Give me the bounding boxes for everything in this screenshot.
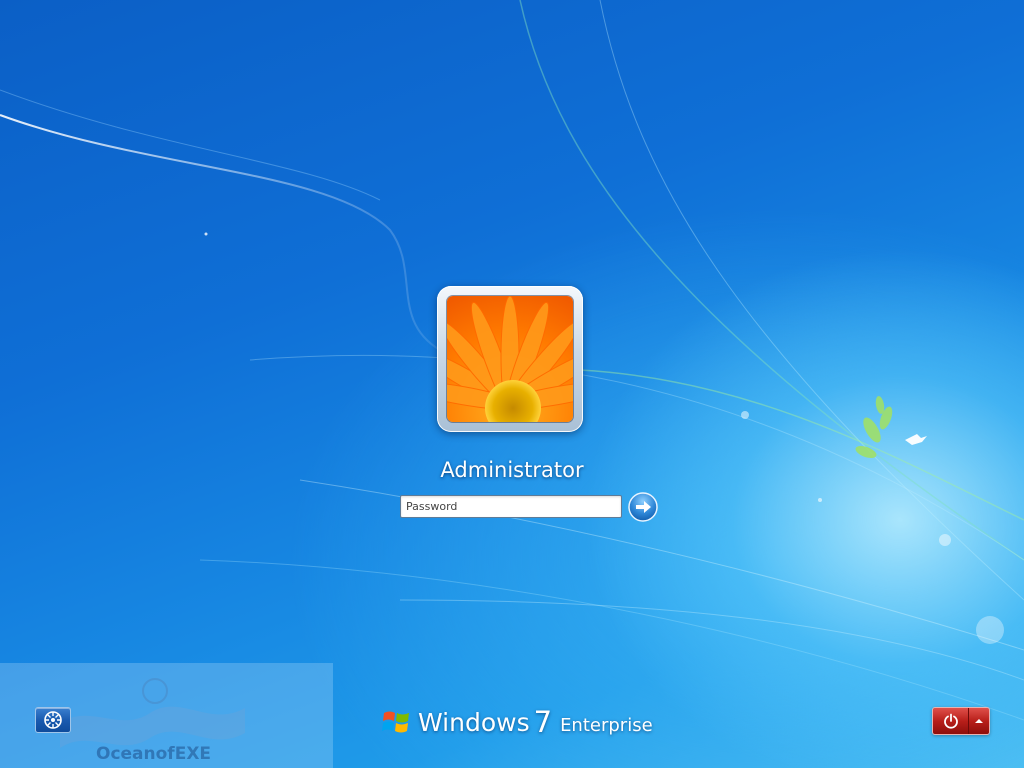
brand-edition-text: Enterprise	[560, 714, 653, 736]
user-tile[interactable]	[437, 286, 583, 432]
windows-branding: Windows 7 Enterprise	[382, 702, 653, 742]
flower-avatar-icon	[447, 296, 573, 422]
arrow-right-icon	[628, 492, 658, 522]
ease-of-access-icon	[44, 711, 62, 729]
windows-logo-icon	[382, 711, 409, 733]
user-name-label: Administrator	[440, 458, 584, 482]
shut-down-button[interactable]	[933, 708, 969, 734]
power-icon	[943, 713, 958, 729]
password-input[interactable]	[400, 495, 622, 518]
power-controls	[932, 707, 990, 735]
brand-windows-text: Windows	[418, 707, 530, 737]
brand-version-text: 7	[533, 705, 553, 739]
watermark-text: OceanofEXE	[96, 744, 212, 764]
shut-down-options-button[interactable]	[969, 708, 989, 734]
caret-up-icon	[975, 719, 983, 723]
submit-login-button[interactable]	[628, 492, 658, 522]
user-picture	[447, 296, 573, 422]
ease-of-access-button[interactable]	[35, 707, 71, 733]
